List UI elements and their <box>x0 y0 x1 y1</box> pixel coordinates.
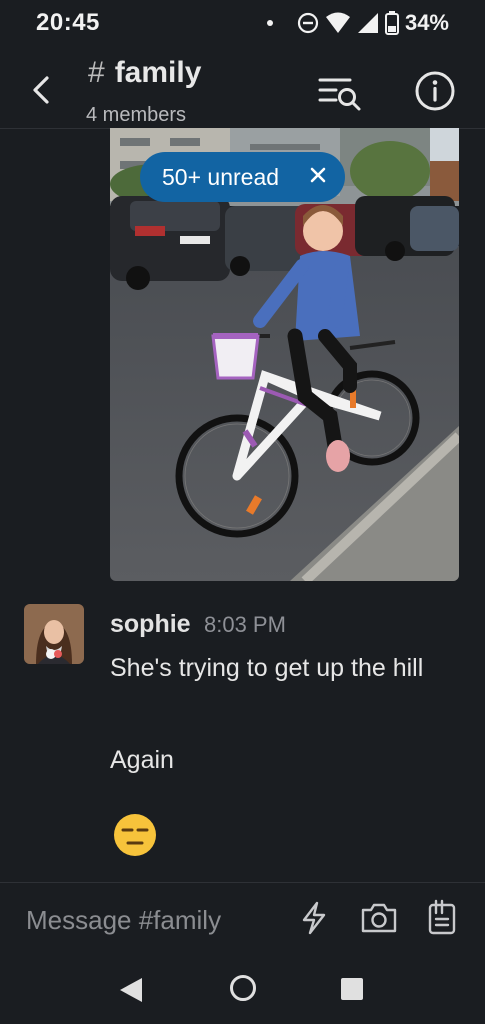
camera-icon[interactable] <box>360 901 398 935</box>
nav-back-icon[interactable] <box>118 976 144 1004</box>
message-input[interactable]: Message #family <box>26 905 221 936</box>
do-not-disturb-icon <box>297 12 319 34</box>
battery-icon <box>384 11 399 35</box>
status-icons: 34% <box>266 9 449 37</box>
unread-label: 50+ unread <box>162 163 280 190</box>
wifi-icon <box>325 12 350 33</box>
search-messages-icon[interactable] <box>316 72 364 112</box>
channel-header: # family 4 members <box>0 46 485 129</box>
status-bar: 20:45 34% <box>0 0 485 46</box>
lightning-icon[interactable] <box>300 901 328 935</box>
back-icon[interactable] <box>22 70 62 110</box>
attachment-icon[interactable] <box>426 899 458 935</box>
status-time: 20:45 <box>36 9 100 36</box>
channel-name: family <box>114 56 202 89</box>
unread-messages-pill[interactable]: 50+ unread <box>140 152 345 202</box>
channel-title[interactable]: # family <box>88 56 201 90</box>
member-count[interactable]: 4 members <box>86 104 186 127</box>
expressionless-face-icon <box>114 814 156 856</box>
avatar[interactable] <box>24 604 84 664</box>
message-text: She's trying to get up the hill <box>110 654 424 682</box>
message-feed[interactable]: 50+ unread sophie 8:03 PM She's trying t… <box>0 128 485 882</box>
battery-percent: 34% <box>404 10 449 35</box>
close-icon[interactable] <box>307 164 329 186</box>
message-author[interactable]: sophie <box>110 610 191 639</box>
system-navigation-bar <box>0 960 485 1024</box>
signal-icon <box>357 13 378 33</box>
message-text: Again <box>110 746 174 774</box>
hash-icon: # <box>88 56 105 89</box>
message-timestamp: 8:03 PM <box>204 612 286 637</box>
nav-recents-icon[interactable] <box>340 977 364 1001</box>
info-icon[interactable] <box>414 70 456 112</box>
nav-home-icon[interactable] <box>228 973 258 1003</box>
notification-dot-icon <box>266 20 273 26</box>
message-composer: Message #family <box>0 882 485 961</box>
